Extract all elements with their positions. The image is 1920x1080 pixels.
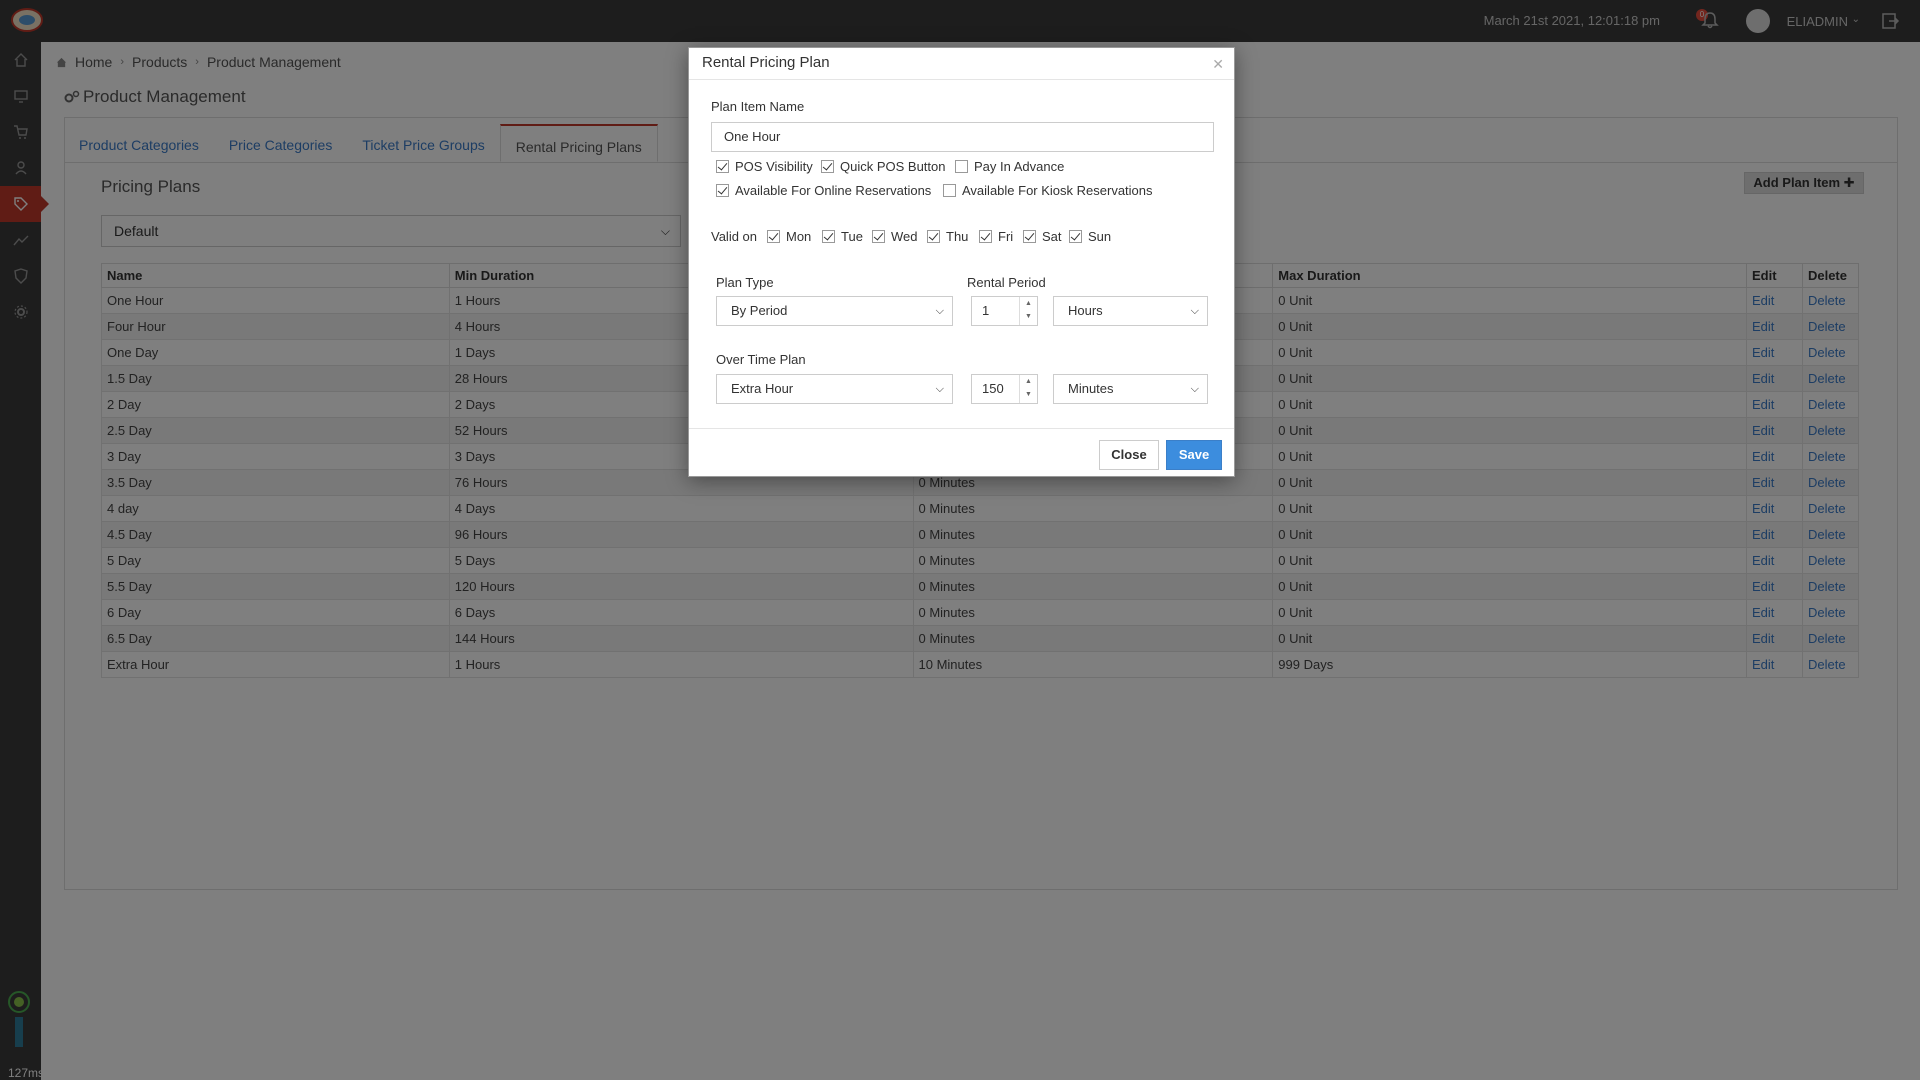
day-label: Tue xyxy=(841,229,863,244)
checkbox-box xyxy=(927,230,940,243)
quick-pos-button-label: Quick POS Button xyxy=(840,159,946,174)
chevron-down-icon: ⌵ xyxy=(935,383,944,395)
pay-in-advance-checkbox[interactable]: Pay In Advance xyxy=(955,159,1064,174)
pos-visibility-checkbox[interactable]: POS Visibility xyxy=(716,159,813,174)
checkbox-box xyxy=(1023,230,1036,243)
day-label: Wed xyxy=(891,229,918,244)
over-time-plan-select[interactable]: Extra Hour ⌵ xyxy=(716,374,953,404)
chevron-down-icon: ⌵ xyxy=(1190,305,1199,317)
over-time-plan-value: Extra Hour xyxy=(731,381,794,396)
day-checkbox-thu[interactable]: Thu xyxy=(927,229,968,244)
checkbox-box xyxy=(716,160,729,173)
day-label: Mon xyxy=(786,229,812,244)
checkbox-box xyxy=(1069,230,1082,243)
kiosk-reservations-label: Available For Kiosk Reservations xyxy=(962,183,1153,198)
day-label: Thu xyxy=(946,229,969,244)
online-reservations-checkbox[interactable]: Available For Online Reservations xyxy=(716,183,931,198)
day-label: Fri xyxy=(998,229,1014,244)
day-label: Sat xyxy=(1042,229,1062,244)
close-icon[interactable]: ✕ xyxy=(1212,56,1224,73)
rental-period-unit-value: Hours xyxy=(1068,303,1103,318)
online-reservations-label: Available For Online Reservations xyxy=(735,183,932,198)
over-time-stepper[interactable]: 150 ▲ ▼ xyxy=(971,374,1038,404)
kiosk-reservations-checkbox[interactable]: Available For Kiosk Reservations xyxy=(943,183,1153,198)
valid-on-label: Valid on xyxy=(711,229,758,244)
checkbox-box xyxy=(943,184,956,197)
plan-type-value: By Period xyxy=(731,303,788,318)
pos-visibility-label: POS Visibility xyxy=(735,159,813,174)
checkbox-box xyxy=(821,160,834,173)
spinner-arrows-icon[interactable]: ▲ ▼ xyxy=(1019,297,1037,325)
rental-period-stepper[interactable]: 1 ▲ ▼ xyxy=(971,296,1038,326)
quick-pos-button-checkbox[interactable]: Quick POS Button xyxy=(821,159,946,174)
pay-in-advance-label: Pay In Advance xyxy=(974,159,1065,174)
day-label: Sun xyxy=(1088,229,1112,244)
day-checkbox-tue[interactable]: Tue xyxy=(822,229,863,244)
rental-period-label: Rental Period xyxy=(967,275,1046,290)
plan-type-label: Plan Type xyxy=(716,275,774,290)
over-time-unit-value: Minutes xyxy=(1068,381,1114,396)
day-checkbox-sun[interactable]: Sun xyxy=(1069,229,1111,244)
rental-pricing-plan-dialog: Rental Pricing Plan ✕ Plan Item Name One… xyxy=(688,47,1235,477)
rental-period-unit-select[interactable]: Hours ⌵ xyxy=(1053,296,1208,326)
plan-item-name-input[interactable]: One Hour xyxy=(711,122,1214,152)
checkbox-box xyxy=(716,184,729,197)
spinner-arrows-icon[interactable]: ▲ ▼ xyxy=(1019,375,1037,403)
checkbox-box xyxy=(767,230,780,243)
checkbox-box xyxy=(822,230,835,243)
close-button[interactable]: Close xyxy=(1099,440,1159,470)
day-checkbox-fri[interactable]: Fri xyxy=(979,229,1013,244)
over-time-value: 150 xyxy=(982,381,1004,396)
day-checkbox-mon[interactable]: Mon xyxy=(767,229,811,244)
day-checkbox-sat[interactable]: Sat xyxy=(1023,229,1062,244)
modal-header: Rental Pricing Plan ✕ xyxy=(689,48,1234,80)
plan-type-select[interactable]: By Period ⌵ xyxy=(716,296,953,326)
over-time-plan-label: Over Time Plan xyxy=(716,352,806,367)
modal-title: Rental Pricing Plan xyxy=(702,54,830,71)
checkbox-box xyxy=(872,230,885,243)
save-button[interactable]: Save xyxy=(1166,440,1222,470)
chevron-down-icon: ⌵ xyxy=(935,305,944,317)
checkbox-box xyxy=(955,160,968,173)
over-time-unit-select[interactable]: Minutes ⌵ xyxy=(1053,374,1208,404)
modal-footer-divider xyxy=(689,428,1234,429)
chevron-down-icon: ⌵ xyxy=(1190,383,1199,395)
rental-period-value: 1 xyxy=(982,303,990,318)
plan-item-name-label: Plan Item Name xyxy=(711,99,805,114)
day-checkbox-wed[interactable]: Wed xyxy=(872,229,918,244)
checkbox-box xyxy=(979,230,992,243)
